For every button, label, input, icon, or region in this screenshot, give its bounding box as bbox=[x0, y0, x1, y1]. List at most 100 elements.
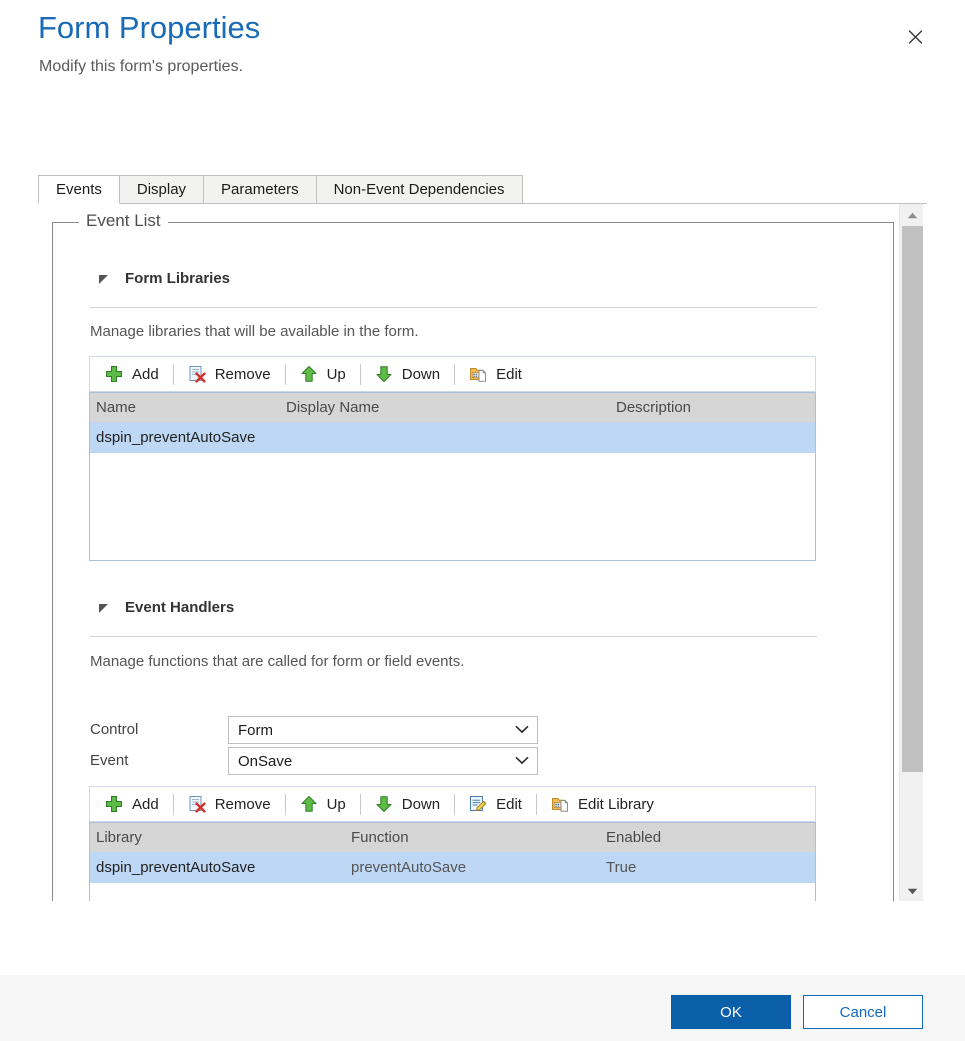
arrow-up-icon bbox=[300, 795, 318, 813]
add-plus-icon bbox=[105, 365, 123, 383]
event-dropdown[interactable]: OnSave bbox=[228, 747, 538, 775]
event-handlers-divider bbox=[90, 636, 817, 637]
column-header-name[interactable]: Name bbox=[90, 399, 280, 416]
close-icon bbox=[908, 29, 923, 44]
toolbar-separator bbox=[359, 793, 361, 815]
remove-document-x-icon bbox=[188, 365, 206, 383]
column-header-function[interactable]: Function bbox=[345, 829, 600, 846]
edit-library-icon bbox=[469, 365, 487, 383]
event-handlers-edit-button[interactable]: Edit bbox=[460, 789, 531, 819]
column-header-description[interactable]: Description bbox=[610, 399, 815, 416]
tab-parameters[interactable]: Parameters bbox=[203, 175, 317, 203]
column-header-enabled[interactable]: Enabled bbox=[600, 829, 815, 846]
cell-library: dspin_preventAutoSave bbox=[96, 859, 256, 876]
dialog-header: Form Properties Modify this form's prope… bbox=[0, 0, 965, 110]
toolbar-button-label: Remove bbox=[214, 365, 271, 383]
form-libraries-description: Manage libraries that will be available … bbox=[90, 323, 419, 340]
toolbar-separator bbox=[535, 793, 537, 815]
form-libraries-grid[interactable]: Name Display Name Description dspin_prev… bbox=[89, 392, 816, 561]
toolbar-separator bbox=[454, 793, 456, 815]
tab-label: Non-Event Dependencies bbox=[333, 181, 505, 198]
add-plus-icon bbox=[105, 795, 123, 813]
ok-button-label: OK bbox=[720, 1003, 742, 1021]
ok-button[interactable]: OK bbox=[671, 995, 791, 1029]
toolbar-separator bbox=[284, 363, 286, 385]
scroll-down-arrow-icon bbox=[907, 882, 918, 900]
toolbar-separator bbox=[284, 793, 286, 815]
chevron-down-icon bbox=[515, 752, 529, 770]
form-libraries-divider bbox=[90, 307, 817, 308]
edit-library-icon bbox=[551, 795, 569, 813]
column-header-display-name[interactable]: Display Name bbox=[280, 399, 610, 416]
toolbar-button-label: Edit Library bbox=[577, 795, 654, 813]
arrow-down-icon bbox=[375, 795, 393, 813]
form-libraries-title: Form Libraries bbox=[125, 270, 231, 287]
toolbar-separator bbox=[359, 363, 361, 385]
toolbar-button-label: Up bbox=[326, 795, 346, 813]
event-handlers-up-button[interactable]: Up bbox=[291, 789, 355, 819]
table-row[interactable]: dspin_preventAutoSave preventAutoSave Tr… bbox=[90, 852, 815, 883]
scroll-down-button[interactable] bbox=[900, 880, 924, 901]
control-label: Control bbox=[90, 721, 139, 738]
tab-non-event-dependencies[interactable]: Non-Event Dependencies bbox=[315, 175, 523, 203]
tab-label: Display bbox=[136, 181, 187, 198]
collapse-triangle-icon[interactable] bbox=[97, 272, 111, 286]
tab-strip: Events Display Parameters Non-Event Depe… bbox=[38, 175, 927, 204]
cell-name: dspin_preventAutoSave bbox=[96, 429, 256, 446]
toolbar-button-label: Down bbox=[401, 365, 441, 383]
event-handlers-toolbar: Add Remove Up Down Edit Edit Library bbox=[89, 786, 816, 822]
form-libraries-up-button[interactable]: Up bbox=[291, 359, 355, 389]
toolbar-button-label: Add bbox=[132, 795, 159, 813]
toolbar-button-label: Add bbox=[132, 365, 159, 383]
event-handlers-remove-button[interactable]: Remove bbox=[179, 789, 280, 819]
event-handlers-add-button[interactable]: Add bbox=[96, 789, 168, 819]
event-dropdown-value: OnSave bbox=[238, 752, 293, 770]
vertical-scrollbar[interactable] bbox=[899, 204, 923, 901]
form-libraries-edit-button[interactable]: Edit bbox=[460, 359, 531, 389]
arrow-up-icon bbox=[300, 365, 318, 383]
control-dropdown-value: Form bbox=[238, 721, 273, 739]
form-libraries-add-button[interactable]: Add bbox=[96, 359, 168, 389]
event-handlers-section-header[interactable]: Event Handlers bbox=[97, 599, 234, 616]
edit-pencil-icon bbox=[469, 795, 487, 813]
column-header-library[interactable]: Library bbox=[90, 829, 345, 846]
event-handlers-grid-header: Library Function Enabled bbox=[90, 823, 815, 852]
collapse-triangle-icon[interactable] bbox=[97, 601, 111, 615]
event-handlers-title: Event Handlers bbox=[125, 599, 235, 616]
chevron-down-icon bbox=[515, 721, 529, 739]
event-list-groupbox: Event List Form Libraries Manage librari… bbox=[52, 211, 894, 901]
event-handlers-edit-library-button[interactable]: Edit Library bbox=[542, 789, 663, 819]
form-libraries-down-button[interactable]: Down bbox=[366, 359, 449, 389]
event-handlers-grid[interactable]: Library Function Enabled dspin_preventAu… bbox=[89, 822, 816, 901]
toolbar-button-label: Remove bbox=[214, 795, 271, 813]
close-button[interactable] bbox=[901, 22, 929, 50]
toolbar-button-label: Edit bbox=[496, 365, 522, 383]
scroll-up-arrow-icon bbox=[907, 206, 918, 224]
page-subtitle: Modify this form's properties. bbox=[39, 58, 244, 75]
arrow-down-icon bbox=[375, 365, 393, 383]
tab-label: Events bbox=[56, 181, 102, 198]
remove-document-x-icon bbox=[188, 795, 206, 813]
form-libraries-section-header[interactable]: Form Libraries bbox=[97, 270, 230, 287]
table-row[interactable]: dspin_preventAutoSave bbox=[90, 422, 815, 453]
form-libraries-grid-header: Name Display Name Description bbox=[90, 393, 815, 422]
form-libraries-remove-button[interactable]: Remove bbox=[179, 359, 280, 389]
scroll-up-button[interactable] bbox=[900, 204, 924, 225]
toolbar-button-label: Down bbox=[401, 795, 441, 813]
toolbar-separator bbox=[172, 793, 174, 815]
toolbar-button-label: Edit bbox=[496, 795, 522, 813]
cell-enabled: True bbox=[606, 859, 637, 876]
cancel-button-label: Cancel bbox=[839, 1003, 887, 1021]
cancel-button[interactable]: Cancel bbox=[803, 995, 923, 1029]
event-handlers-down-button[interactable]: Down bbox=[366, 789, 449, 819]
tab-label: Parameters bbox=[221, 181, 299, 198]
scrollbar-thumb[interactable] bbox=[902, 226, 923, 772]
events-tab-panel: Event List Form Libraries Manage librari… bbox=[38, 204, 927, 901]
toolbar-button-label: Up bbox=[326, 365, 346, 383]
event-handlers-description: Manage functions that are called for for… bbox=[90, 653, 465, 670]
toolbar-separator bbox=[454, 363, 456, 385]
tab-display[interactable]: Display bbox=[118, 175, 205, 203]
tab-events[interactable]: Events bbox=[38, 175, 120, 204]
dialog-footer: OK Cancel bbox=[0, 975, 965, 1041]
control-dropdown[interactable]: Form bbox=[228, 716, 538, 744]
